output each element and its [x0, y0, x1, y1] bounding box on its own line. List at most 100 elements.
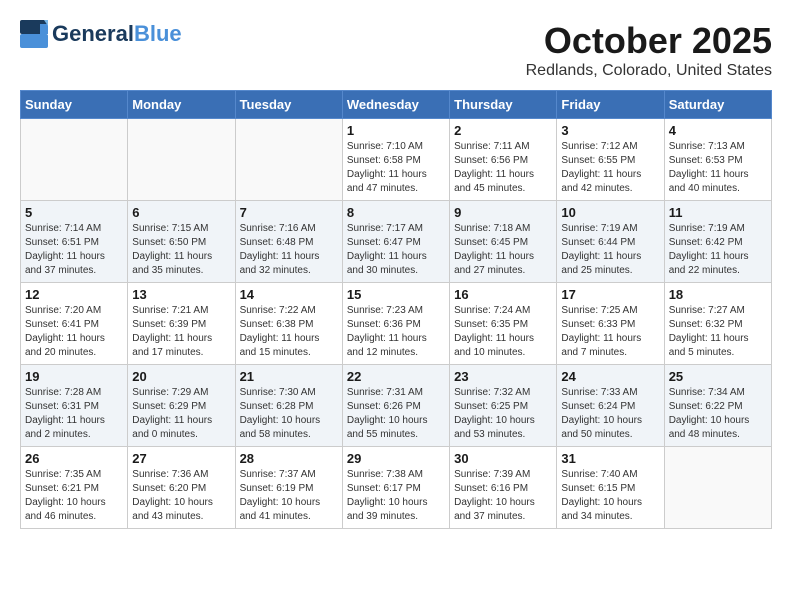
day-number: 21 — [240, 369, 338, 384]
day-number: 3 — [561, 123, 659, 138]
day-info: Sunrise: 7:32 AM Sunset: 6:25 PM Dayligh… — [454, 386, 552, 442]
day-number: 13 — [132, 287, 230, 302]
day-info: Sunrise: 7:40 AM Sunset: 6:15 PM Dayligh… — [561, 468, 659, 524]
day-info: Sunrise: 7:17 AM Sunset: 6:47 PM Dayligh… — [347, 222, 445, 278]
day-info: Sunrise: 7:23 AM Sunset: 6:36 PM Dayligh… — [347, 304, 445, 360]
day-info: Sunrise: 7:34 AM Sunset: 6:22 PM Dayligh… — [669, 386, 767, 442]
calendar-day-cell: 16 Sunrise: 7:24 AM Sunset: 6:35 PM Dayli… — [450, 283, 557, 365]
day-info: Sunrise: 7:16 AM Sunset: 6:48 PM Dayligh… — [240, 222, 338, 278]
day-info: Sunrise: 7:27 AM Sunset: 6:32 PM Dayligh… — [669, 304, 767, 360]
calendar-day-cell: 25 Sunrise: 7:34 AM Sunset: 6:22 PM Dayli… — [664, 365, 771, 447]
day-info: Sunrise: 7:37 AM Sunset: 6:19 PM Dayligh… — [240, 468, 338, 524]
logo: General Blue — [20, 20, 182, 48]
calendar-table: SundayMondayTuesdayWednesdayThursdayFrid… — [20, 90, 772, 529]
day-number: 18 — [669, 287, 767, 302]
day-info: Sunrise: 7:22 AM Sunset: 6:38 PM Dayligh… — [240, 304, 338, 360]
day-number: 9 — [454, 205, 552, 220]
day-info: Sunrise: 7:38 AM Sunset: 6:17 PM Dayligh… — [347, 468, 445, 524]
calendar-day-cell: 8 Sunrise: 7:17 AM Sunset: 6:47 PM Daylig… — [342, 201, 449, 283]
day-number: 24 — [561, 369, 659, 384]
calendar-week-row: 1Sunrise: 7:10 AM Sunset: 6:58 PM Daylig… — [21, 119, 772, 201]
calendar-day-cell: 24 Sunrise: 7:33 AM Sunset: 6:24 PM Dayli… — [557, 365, 664, 447]
day-number: 11 — [669, 205, 767, 220]
weekday-header: Tuesday — [235, 91, 342, 119]
calendar-day-cell: 22 Sunrise: 7:31 AM Sunset: 6:26 PM Dayli… — [342, 365, 449, 447]
day-number: 16 — [454, 287, 552, 302]
day-info: Sunrise: 7:39 AM Sunset: 6:16 PM Dayligh… — [454, 468, 552, 524]
calendar-day-cell: 19Sunrise: 7:28 AM Sunset: 6:31 PM Dayli… — [21, 365, 128, 447]
day-info: Sunrise: 7:19 AM Sunset: 6:42 PM Dayligh… — [669, 222, 767, 278]
location: Redlands, Colorado, United States — [526, 62, 772, 80]
day-number: 30 — [454, 451, 552, 466]
day-info: Sunrise: 7:19 AM Sunset: 6:44 PM Dayligh… — [561, 222, 659, 278]
day-number: 29 — [347, 451, 445, 466]
weekday-header: Wednesday — [342, 91, 449, 119]
calendar-day-cell: 9Sunrise: 7:18 AM Sunset: 6:45 PM Daylig… — [450, 201, 557, 283]
month-title: October 2025 — [526, 20, 772, 62]
day-number: 8 — [347, 205, 445, 220]
day-number: 6 — [132, 205, 230, 220]
calendar-day-cell — [21, 119, 128, 201]
calendar-day-cell: 14 Sunrise: 7:22 AM Sunset: 6:38 PM Dayli… — [235, 283, 342, 365]
day-info: Sunrise: 7:21 AM Sunset: 6:39 PM Dayligh… — [132, 304, 230, 360]
calendar-day-cell: 3 Sunrise: 7:12 AM Sunset: 6:55 PM Daylig… — [557, 119, 664, 201]
day-info: Sunrise: 7:24 AM Sunset: 6:35 PM Dayligh… — [454, 304, 552, 360]
calendar-day-cell: 28 Sunrise: 7:37 AM Sunset: 6:19 PM Dayli… — [235, 447, 342, 529]
day-number: 27 — [132, 451, 230, 466]
calendar-day-cell: 23 Sunrise: 7:32 AM Sunset: 6:25 PM Dayli… — [450, 365, 557, 447]
day-number: 5 — [25, 205, 123, 220]
calendar-day-cell: 4Sunrise: 7:13 AM Sunset: 6:53 PM Daylig… — [664, 119, 771, 201]
calendar-week-row: 5 Sunrise: 7:14 AM Sunset: 6:51 PM Daylig… — [21, 201, 772, 283]
day-number: 23 — [454, 369, 552, 384]
day-number: 31 — [561, 451, 659, 466]
calendar-day-cell: 5 Sunrise: 7:14 AM Sunset: 6:51 PM Daylig… — [21, 201, 128, 283]
day-info: Sunrise: 7:35 AM Sunset: 6:21 PM Dayligh… — [25, 468, 123, 524]
day-number: 4 — [669, 123, 767, 138]
weekday-header: Friday — [557, 91, 664, 119]
calendar-day-cell: 20Sunrise: 7:29 AM Sunset: 6:29 PM Dayli… — [128, 365, 235, 447]
day-number: 7 — [240, 205, 338, 220]
day-info: Sunrise: 7:20 AM Sunset: 6:41 PM Dayligh… — [25, 304, 123, 360]
day-info: Sunrise: 7:25 AM Sunset: 6:33 PM Dayligh… — [561, 304, 659, 360]
day-number: 25 — [669, 369, 767, 384]
calendar-day-cell: 18 Sunrise: 7:27 AM Sunset: 6:32 PM Dayli… — [664, 283, 771, 365]
day-info: Sunrise: 7:30 AM Sunset: 6:28 PM Dayligh… — [240, 386, 338, 442]
logo-icon — [20, 20, 48, 48]
weekday-header: Saturday — [664, 91, 771, 119]
day-number: 10 — [561, 205, 659, 220]
calendar-day-cell: 12 Sunrise: 7:20 AM Sunset: 6:41 PM Dayli… — [21, 283, 128, 365]
page-header: General Blue October 2025 Redlands, Colo… — [20, 20, 772, 80]
calendar-day-cell — [128, 119, 235, 201]
day-number: 14 — [240, 287, 338, 302]
day-number: 28 — [240, 451, 338, 466]
day-info: Sunrise: 7:31 AM Sunset: 6:26 PM Dayligh… — [347, 386, 445, 442]
day-info: Sunrise: 7:14 AM Sunset: 6:51 PM Dayligh… — [25, 222, 123, 278]
calendar-day-cell — [235, 119, 342, 201]
day-number: 26 — [25, 451, 123, 466]
day-number: 1 — [347, 123, 445, 138]
day-info: Sunrise: 7:29 AM Sunset: 6:29 PM Dayligh… — [132, 386, 230, 442]
day-number: 12 — [25, 287, 123, 302]
calendar-day-cell: 26 Sunrise: 7:35 AM Sunset: 6:21 PM Dayli… — [21, 447, 128, 529]
day-number: 17 — [561, 287, 659, 302]
day-number: 2 — [454, 123, 552, 138]
calendar-week-row: 19Sunrise: 7:28 AM Sunset: 6:31 PM Dayli… — [21, 365, 772, 447]
calendar-day-cell: 30 Sunrise: 7:39 AM Sunset: 6:16 PM Dayli… — [450, 447, 557, 529]
calendar-day-cell: 31 Sunrise: 7:40 AM Sunset: 6:15 PM Dayli… — [557, 447, 664, 529]
calendar-day-cell: 27Sunrise: 7:36 AM Sunset: 6:20 PM Dayli… — [128, 447, 235, 529]
day-info: Sunrise: 7:11 AM Sunset: 6:56 PM Dayligh… — [454, 140, 552, 196]
logo-general: General — [52, 21, 134, 47]
day-info: Sunrise: 7:12 AM Sunset: 6:55 PM Dayligh… — [561, 140, 659, 196]
title-area: October 2025 Redlands, Colorado, United … — [526, 20, 772, 80]
day-info: Sunrise: 7:33 AM Sunset: 6:24 PM Dayligh… — [561, 386, 659, 442]
logo-blue: Blue — [134, 21, 182, 47]
calendar-day-cell: 15Sunrise: 7:23 AM Sunset: 6:36 PM Dayli… — [342, 283, 449, 365]
calendar-week-row: 12 Sunrise: 7:20 AM Sunset: 6:41 PM Dayli… — [21, 283, 772, 365]
calendar-day-cell: 13 Sunrise: 7:21 AM Sunset: 6:39 PM Dayli… — [128, 283, 235, 365]
day-number: 19 — [25, 369, 123, 384]
day-info: Sunrise: 7:15 AM Sunset: 6:50 PM Dayligh… — [132, 222, 230, 278]
calendar-day-cell: 6 Sunrise: 7:15 AM Sunset: 6:50 PM Daylig… — [128, 201, 235, 283]
calendar-day-cell: 11 Sunrise: 7:19 AM Sunset: 6:42 PM Dayli… — [664, 201, 771, 283]
calendar-day-cell: 29 Sunrise: 7:38 AM Sunset: 6:17 PM Dayli… — [342, 447, 449, 529]
day-number: 22 — [347, 369, 445, 384]
